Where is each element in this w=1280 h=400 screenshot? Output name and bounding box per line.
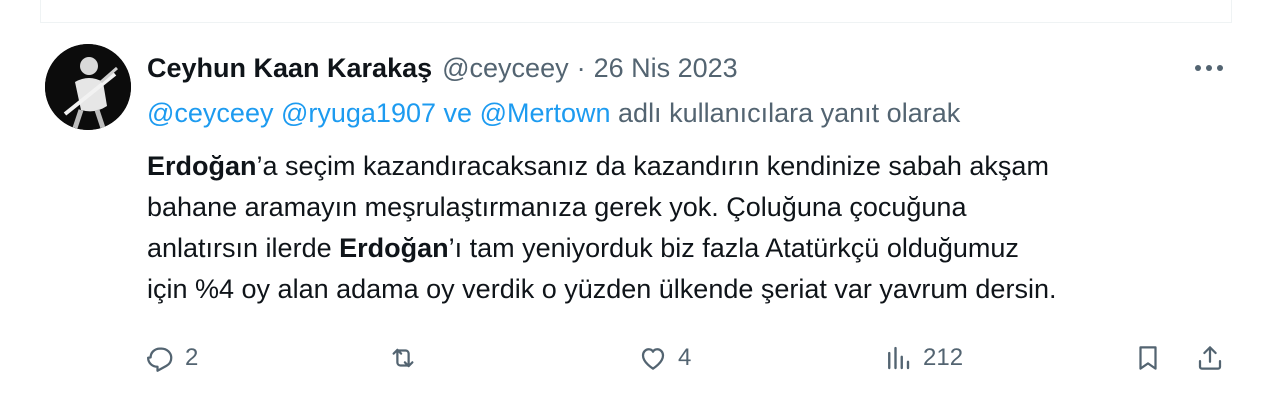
- meta-separator: ·: [576, 52, 586, 83]
- tweet-text: Erdoğan’a seçim kazandıracaksanız da kaz…: [147, 146, 1227, 310]
- text-segment: ’a seçim kazandıracaksanız da kazandırın…: [256, 151, 1049, 181]
- tweet-date[interactable]: 26 Nis 2023: [594, 53, 738, 83]
- views-button[interactable]: 212: [883, 336, 963, 380]
- views-count: 212: [923, 344, 964, 371]
- mention-link[interactable]: @Mertown: [480, 98, 611, 128]
- views-icon: [888, 346, 910, 370]
- reply-icon: [147, 347, 173, 372]
- reply-button[interactable]: 2: [145, 336, 198, 380]
- tweet-text-line: bahane aramayın meşrulaştırmanıza gerek …: [147, 192, 967, 222]
- text-segment: ’ı tam yeniyorduk biz fazla Atatürkçü ol…: [448, 233, 1019, 263]
- like-icon: [641, 348, 665, 370]
- tweet-header: Ceyhun Kaan Karakaş @ceyceey · 26 Nis 2023: [147, 50, 738, 86]
- avatar[interactable]: [45, 44, 131, 130]
- author-handle[interactable]: @ceyceey: [442, 53, 568, 83]
- tweet-text-line: anlatırsın ilerde Erdoğan’ı tam yeniyord…: [147, 228, 1227, 269]
- bookmark-icon: [1139, 346, 1157, 370]
- more-options-icon: [1195, 65, 1223, 71]
- bookmark-button[interactable]: [1133, 336, 1163, 380]
- author-meta: @ceyceey · 26 Nis 2023: [442, 53, 738, 84]
- tweet-text-line: için %4 oy alan adama oy verdik o yüzden…: [147, 274, 1057, 304]
- replying-to-suffix: adlı kullanıcılara yanıt olarak: [618, 98, 961, 128]
- share-button[interactable]: [1195, 336, 1225, 380]
- more-options-button[interactable]: [1192, 56, 1226, 80]
- retweet-icon: [392, 348, 414, 368]
- reply-count: 2: [185, 344, 199, 371]
- replying-to-line: @ceyceey @ryuga1907 ve @Mertown adlı kul…: [147, 98, 960, 129]
- author-name[interactable]: Ceyhun Kaan Karakaş: [147, 53, 432, 84]
- tweet-text-line: Erdoğan’a seçim kazandıracaksanız da kaz…: [147, 146, 1227, 187]
- mention-link[interactable]: @ceyceey: [147, 98, 273, 128]
- bold-word: Erdoğan: [339, 233, 449, 263]
- share-icon: [1198, 346, 1222, 370]
- previous-tweet-frame: [40, 0, 1232, 23]
- reply-conjunction: ve: [443, 98, 473, 128]
- action-bar: 2 4 212: [0, 336, 1280, 380]
- retweet-button[interactable]: [388, 336, 428, 380]
- bold-word: Erdoğan: [147, 151, 257, 181]
- text-segment: anlatırsın ilerde: [147, 233, 340, 263]
- like-count: 4: [678, 344, 692, 371]
- mention-link[interactable]: @ryuga1907: [281, 98, 436, 128]
- like-button[interactable]: 4: [638, 336, 691, 380]
